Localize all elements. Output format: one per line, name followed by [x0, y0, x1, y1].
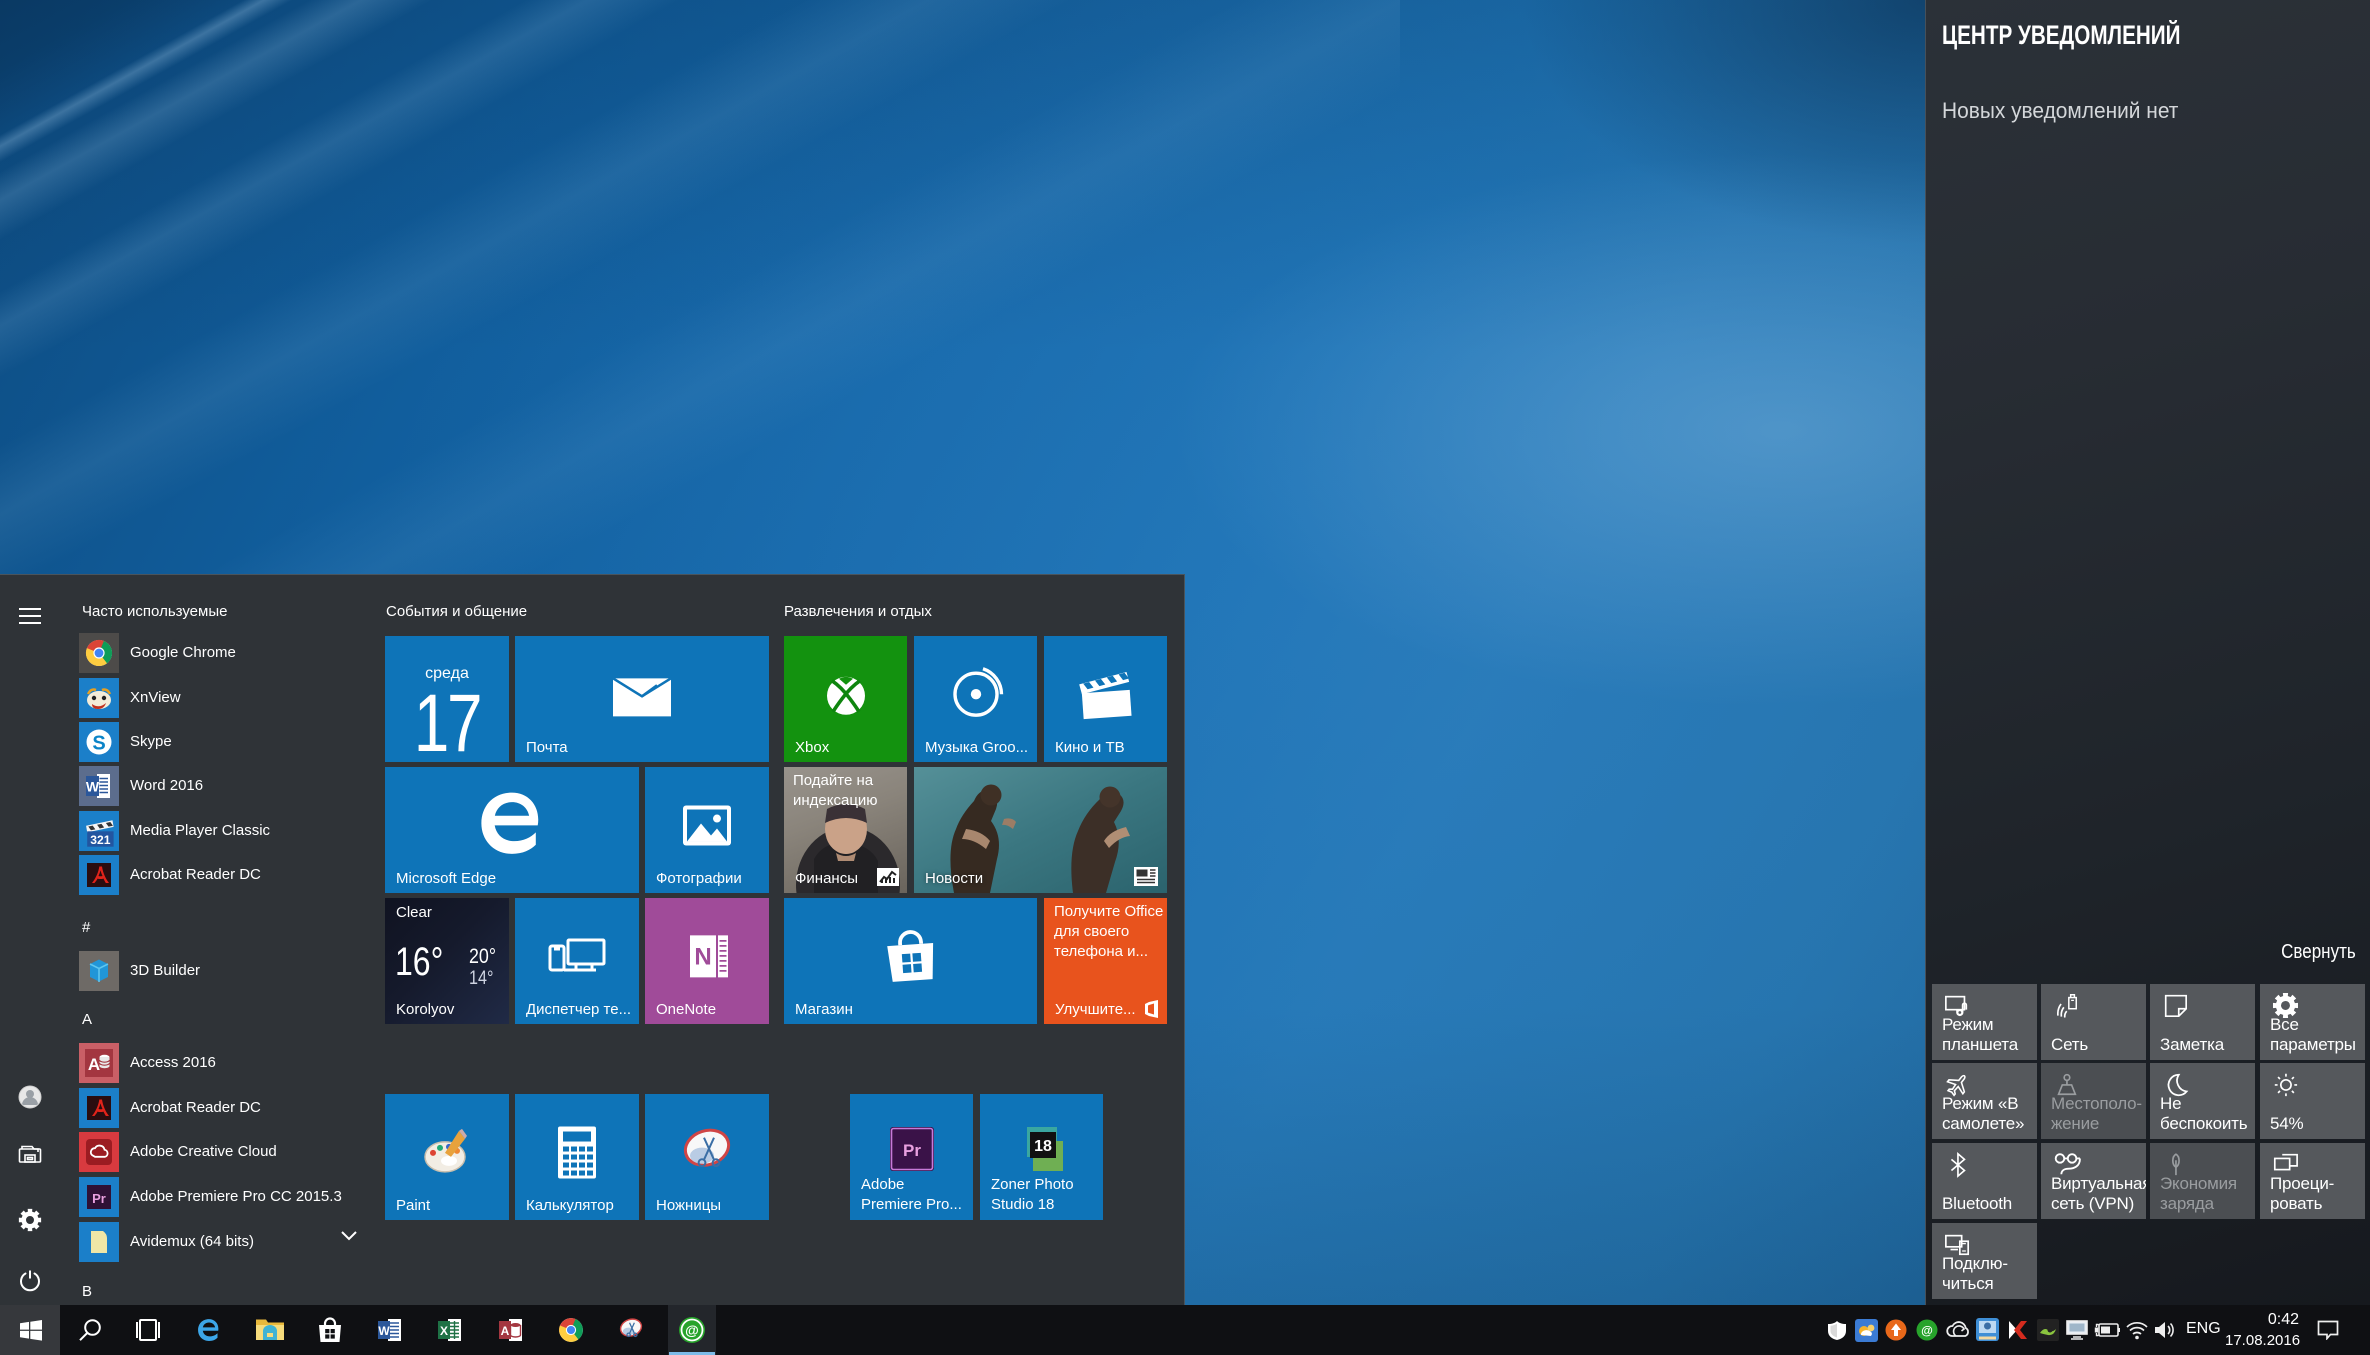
svg-text:@: @: [685, 1322, 699, 1338]
svg-text:W: W: [378, 1324, 390, 1338]
svg-text:A: A: [88, 1055, 100, 1074]
svg-text:18: 18: [1034, 1138, 1052, 1155]
svg-text:@: @: [1921, 1324, 1933, 1338]
svg-text:S: S: [92, 733, 105, 755]
svg-text:W: W: [86, 779, 100, 795]
svg-text:Pr: Pr: [92, 1191, 106, 1206]
svg-text:X: X: [440, 1324, 448, 1338]
svg-text:321: 321: [90, 833, 110, 847]
svg-text:Pr: Pr: [903, 1141, 921, 1160]
svg-text:A: A: [501, 1324, 510, 1338]
svg-text:N: N: [694, 943, 711, 970]
